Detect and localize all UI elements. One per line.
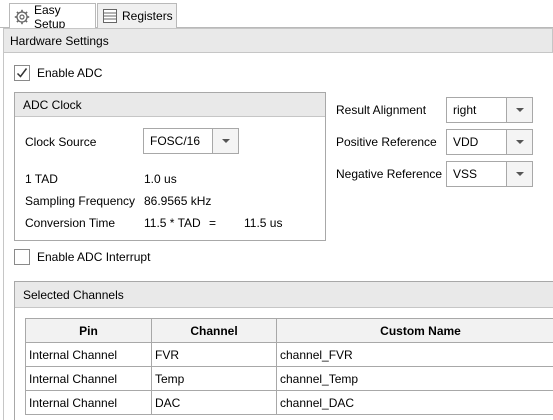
- tab-registers[interactable]: Registers: [97, 3, 177, 28]
- negative-reference-label: Negative Reference: [336, 167, 443, 181]
- dropdown-button[interactable]: [506, 98, 532, 122]
- positive-reference-value: VDD: [453, 135, 479, 149]
- clock-source-label: Clock Source: [25, 135, 97, 149]
- pin-cell[interactable]: Internal Channel: [25, 390, 152, 415]
- result-alignment-label: Result Alignment: [336, 103, 427, 117]
- chevron-down-icon: [515, 172, 524, 176]
- channels-table: Pin Channel Custom Name Internal Channel…: [25, 318, 553, 415]
- hardware-settings-title: Hardware Settings: [10, 33, 109, 48]
- registers-icon: [102, 8, 118, 24]
- custom-name-cell[interactable]: channel_Temp: [276, 366, 553, 391]
- result-alignment-value: right: [453, 103, 477, 117]
- pin-cell[interactable]: Internal Channel: [25, 366, 152, 391]
- selected-channels-header: Selected Channels: [15, 282, 553, 308]
- table-header-row: Pin Channel Custom Name: [25, 318, 553, 343]
- chevron-down-icon: [515, 108, 524, 112]
- enable-adc-checkbox[interactable]: [14, 65, 30, 81]
- negative-reference-select[interactable]: VSS: [446, 161, 533, 187]
- pin-cell[interactable]: Internal Channel: [25, 342, 152, 367]
- adc-clock-title: ADC Clock: [23, 97, 82, 112]
- chevron-down-icon: [515, 140, 524, 144]
- positive-reference-label: Positive Reference: [336, 135, 437, 149]
- column-header-custom-name[interactable]: Custom Name: [276, 318, 553, 343]
- tab-label: Easy Setup: [34, 2, 66, 31]
- checkmark-icon: [16, 67, 28, 79]
- positive-reference-select[interactable]: VDD: [446, 129, 533, 155]
- adc-clock-header: ADC Clock: [15, 93, 325, 117]
- sampling-frequency-label: Sampling Frequency: [25, 194, 136, 208]
- dropdown-button[interactable]: [506, 130, 532, 154]
- enable-interrupt-checkbox[interactable]: [14, 249, 30, 265]
- clock-source-value: FOSC/16: [150, 134, 201, 148]
- table-row[interactable]: Internal Channel DAC channel_DAC: [25, 390, 553, 415]
- table-row[interactable]: Internal Channel Temp channel_Temp: [25, 366, 553, 391]
- sampling-frequency-value: 86.9565 kHz: [144, 194, 212, 208]
- tad-value: 1.0 us: [144, 172, 177, 186]
- tab-easy-setup[interactable]: Easy Setup: [9, 2, 96, 31]
- dropdown-button[interactable]: [212, 129, 238, 153]
- selected-channels-title: Selected Channels: [23, 287, 124, 302]
- dropdown-button[interactable]: [506, 162, 532, 186]
- conversion-time-value: 11.5 us: [244, 216, 283, 230]
- chevron-down-icon: [221, 139, 230, 143]
- enable-adc-label: Enable ADC: [37, 66, 103, 80]
- hardware-settings-header: Hardware Settings: [3, 28, 553, 53]
- custom-name-cell[interactable]: channel_DAC: [276, 390, 553, 415]
- channel-cell[interactable]: Temp: [151, 366, 277, 391]
- column-header-channel[interactable]: Channel: [151, 318, 277, 343]
- custom-name-cell[interactable]: channel_FVR: [276, 342, 553, 367]
- gear-icon: [14, 9, 30, 25]
- channel-cell[interactable]: FVR: [151, 342, 277, 367]
- tad-label: 1 TAD: [25, 172, 58, 186]
- result-alignment-select[interactable]: right: [446, 97, 533, 123]
- clock-source-select[interactable]: FOSC/16: [143, 128, 239, 154]
- column-header-pin[interactable]: Pin: [25, 318, 152, 343]
- panel-border: [3, 53, 4, 420]
- conversion-equals: =: [209, 216, 217, 230]
- table-row[interactable]: Internal Channel FVR channel_FVR: [25, 342, 553, 367]
- negative-reference-value: VSS: [453, 167, 478, 181]
- tab-label: Registers: [122, 9, 173, 23]
- channel-cell[interactable]: DAC: [151, 390, 277, 415]
- conversion-time-label: Conversion Time: [25, 216, 116, 230]
- conversion-formula: 11.5 * TAD: [144, 216, 201, 230]
- enable-interrupt-label: Enable ADC Interrupt: [37, 250, 151, 264]
